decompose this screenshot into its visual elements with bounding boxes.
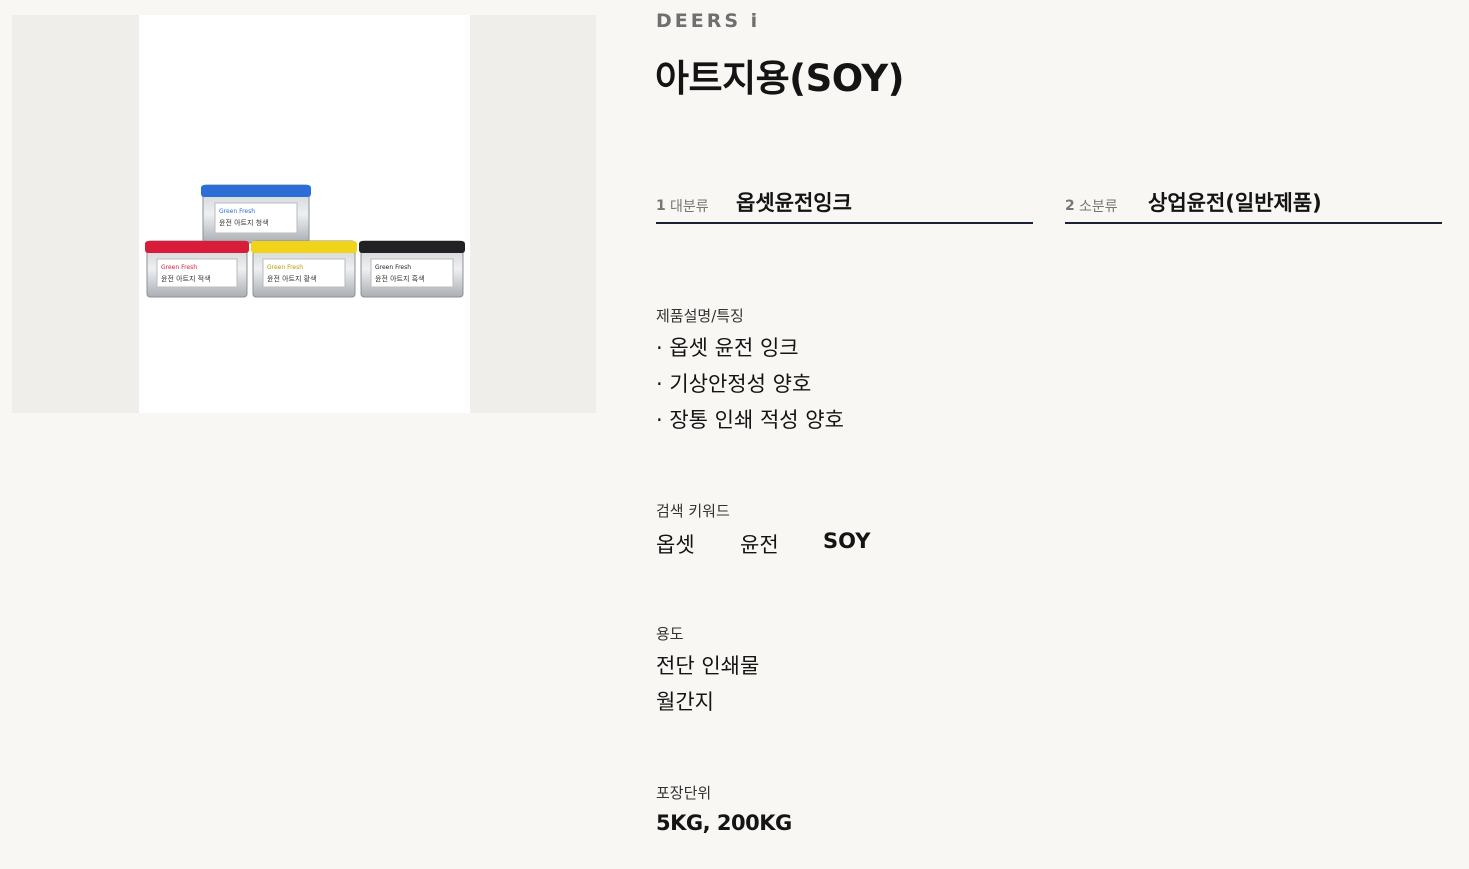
- category-label: 소분류: [1079, 199, 1118, 215]
- can-label-brand: Green Fresh: [161, 264, 197, 271]
- feature-item: · 장통 인쇄 적성 양호: [656, 408, 844, 432]
- usage-label: 용도: [656, 625, 684, 643]
- can-label-black: 윤전 아트지 흑색: [375, 274, 425, 283]
- can-label-brand: Green Fresh: [267, 264, 303, 271]
- category-number: 1: [656, 198, 666, 214]
- category-minor: 2 소분류 상업윤전(일반제품): [1065, 186, 1442, 224]
- features-label: 제품설명/특징: [656, 307, 744, 325]
- category-value: 상업윤전(일반제품): [1148, 191, 1322, 215]
- can-label-brand: Green Fresh: [219, 208, 255, 215]
- keyword-tag[interactable]: 옵셋: [656, 529, 695, 559]
- can-label-blue: 윤전 아트지 청색: [219, 218, 269, 227]
- usage-item: 전단 인쇄물: [656, 654, 760, 678]
- yellow-can: Green Fresh 윤전 아트지 황색: [251, 240, 357, 298]
- category-label: 대분류: [670, 199, 709, 215]
- category-value: 옵셋윤전잉크: [736, 191, 852, 215]
- can-label-brand: Green Fresh: [375, 264, 411, 271]
- ink-cans-illustration: Green Fresh 윤전 아트지 청색 Green Fresh 윤전 아트지…: [145, 184, 465, 298]
- category-major: 1 대분류 옵셋윤전잉크: [656, 186, 1033, 224]
- brand-logo: DEERS i: [656, 10, 761, 32]
- keyword-tag[interactable]: SOY: [823, 529, 870, 553]
- keywords-label: 검색 키워드: [656, 502, 730, 520]
- can-label-yellow: 윤전 아트지 황색: [267, 274, 317, 283]
- packaging-value: 5KG, 200KG: [656, 811, 792, 835]
- usage-item: 월간지: [656, 690, 714, 714]
- feature-item: · 옵셋 윤전 잉크: [656, 336, 799, 360]
- keyword-tag[interactable]: 윤전: [740, 529, 779, 559]
- blue-can: Green Fresh 윤전 아트지 청색: [201, 184, 311, 244]
- packaging-label: 포장단위: [656, 784, 712, 802]
- category-number: 2: [1065, 198, 1075, 214]
- black-can: Green Fresh 윤전 아트지 흑색: [359, 240, 465, 298]
- can-label-red: 윤전 아트지 적색: [161, 274, 211, 283]
- feature-item: · 기상안정성 양호: [656, 372, 812, 396]
- product-image: Green Fresh 윤전 아트지 청색 Green Fresh 윤전 아트지…: [139, 15, 470, 413]
- product-image-panel: Green Fresh 윤전 아트지 청색 Green Fresh 윤전 아트지…: [12, 15, 596, 413]
- red-can: Green Fresh 윤전 아트지 적색: [145, 240, 249, 298]
- product-title: 아트지용(SOY): [655, 57, 905, 100]
